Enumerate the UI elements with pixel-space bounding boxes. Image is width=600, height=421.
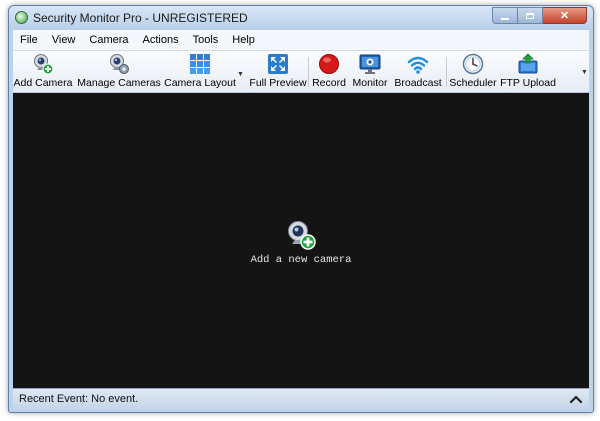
ftp-upload-button[interactable]: FTP Upload xyxy=(500,53,556,90)
broadcast-button[interactable]: Broadcast xyxy=(394,53,442,90)
menu-file[interactable]: File xyxy=(13,34,45,46)
grid-layout-icon xyxy=(190,54,210,74)
menu-view[interactable]: View xyxy=(45,34,83,46)
scheduler-label: Scheduler xyxy=(449,77,497,89)
app-window: Security Monitor Pro - UNREGISTERED ✕ Fi… xyxy=(8,5,594,413)
app-logo-icon xyxy=(15,11,28,24)
manage-cameras-label: Manage Cameras xyxy=(77,77,161,89)
webcam-add-icon xyxy=(288,221,316,250)
wifi-broadcast-icon xyxy=(407,56,429,74)
menu-camera[interactable]: Camera xyxy=(82,34,135,46)
add-new-camera-label: Add a new camera xyxy=(250,254,352,266)
monitor-icon xyxy=(359,54,381,74)
add-new-camera-prompt[interactable]: Add a new camera xyxy=(13,219,589,266)
close-icon: ✕ xyxy=(559,10,570,22)
chevron-up-icon[interactable] xyxy=(569,392,583,406)
full-preview-button[interactable]: Full Preview xyxy=(249,53,307,90)
webcam-add-icon xyxy=(34,54,54,75)
monitor-label: Monitor xyxy=(352,77,388,89)
minimize-icon xyxy=(501,17,509,20)
full-preview-label: Full Preview xyxy=(249,77,307,89)
maximize-button[interactable] xyxy=(518,7,543,24)
broadcast-label: Broadcast xyxy=(394,77,442,89)
recent-event-text: Recent Event: No event. xyxy=(19,393,139,405)
webcam-manage-icon xyxy=(110,54,129,74)
clock-schedule-icon xyxy=(462,53,484,75)
monitor-button[interactable]: Monitor xyxy=(351,53,389,90)
record-icon xyxy=(319,54,339,74)
camera-layout-dropdown-icon[interactable]: ▼ xyxy=(237,71,244,78)
add-camera-button[interactable]: Add Camera xyxy=(13,53,73,90)
camera-layout-button[interactable]: Camera Layout xyxy=(164,53,236,90)
record-label: Record xyxy=(312,77,346,89)
add-camera-label: Add Camera xyxy=(13,77,73,89)
menu-actions[interactable]: Actions xyxy=(136,34,186,46)
toolbar: Add Camera Manage Cameras Camera Layout … xyxy=(13,51,589,93)
record-button[interactable]: Record xyxy=(312,53,346,90)
window-title: Security Monitor Pro - UNREGISTERED xyxy=(33,11,248,25)
toolbar-separator xyxy=(446,57,447,87)
camera-layout-label: Camera Layout xyxy=(164,77,236,89)
ftp-upload-label: FTP Upload xyxy=(500,77,556,89)
ftp-upload-icon xyxy=(518,53,538,74)
minimize-button[interactable] xyxy=(492,7,518,24)
caption-buttons: ✕ xyxy=(492,7,587,24)
toolbar-separator xyxy=(308,57,309,87)
manage-cameras-button[interactable]: Manage Cameras xyxy=(77,53,161,90)
menu-help[interactable]: Help xyxy=(225,34,262,46)
maximize-icon xyxy=(526,12,534,19)
close-button[interactable]: ✕ xyxy=(543,7,587,24)
title-bar[interactable]: Security Monitor Pro - UNREGISTERED ✕ xyxy=(9,6,593,30)
camera-viewport[interactable]: Add a new camera xyxy=(13,93,589,388)
fullscreen-icon xyxy=(268,54,288,74)
menu-bar: File View Camera Actions Tools Help xyxy=(13,30,589,51)
status-bar: Recent Event: No event. xyxy=(13,388,589,409)
menu-tools[interactable]: Tools xyxy=(186,34,226,46)
toolbar-overflow-icon[interactable]: ▼ xyxy=(581,69,588,76)
scheduler-button[interactable]: Scheduler xyxy=(449,53,497,90)
